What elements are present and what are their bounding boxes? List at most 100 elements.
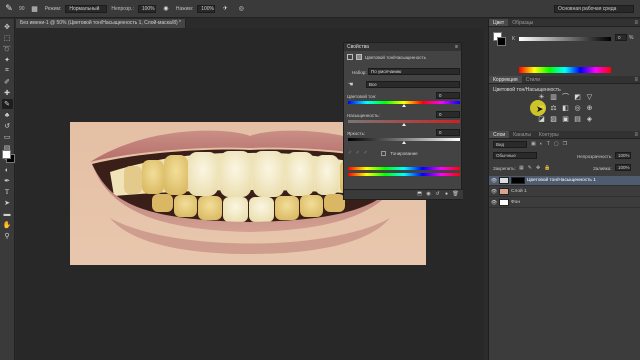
- tab-color[interactable]: Цвет: [489, 19, 509, 26]
- blend-mode-dropdown[interactable]: Обычные: [493, 152, 537, 159]
- curves-icon[interactable]: ⌒: [561, 94, 570, 102]
- levels-icon[interactable]: ▥: [549, 94, 558, 102]
- tab-styles[interactable]: Стили: [522, 76, 544, 83]
- flow-field[interactable]: 100%: [197, 4, 216, 13]
- pen-tool-icon[interactable]: ✒: [2, 176, 13, 186]
- lasso-tool-icon[interactable]: ➰: [2, 44, 13, 54]
- panel-menu-icon[interactable]: ≡: [634, 131, 640, 138]
- tab-layers[interactable]: Слои: [489, 131, 510, 138]
- reset-icon[interactable]: ↺: [434, 191, 441, 197]
- path-select-icon[interactable]: ➤: [2, 198, 13, 208]
- eyedropper-plus-icon[interactable]: ✐: [356, 150, 360, 156]
- layer-opacity-field[interactable]: 100%: [615, 152, 631, 159]
- history-brush-icon[interactable]: ↺: [2, 121, 13, 131]
- filter-smart-icon[interactable]: ❒: [563, 141, 567, 147]
- eyedropper-icon[interactable]: ✐: [348, 150, 352, 156]
- properties-header[interactable]: Свойства ≡: [344, 43, 461, 51]
- pressure-size-icon[interactable]: ◎: [235, 3, 247, 15]
- vibrance-icon[interactable]: ▽: [585, 94, 594, 102]
- brush-tool-icon[interactable]: ✎: [3, 3, 15, 15]
- layer-row-background[interactable]: 👁 Фон: [489, 198, 640, 208]
- panel-menu-icon[interactable]: ≡: [634, 19, 640, 26]
- lightness-field[interactable]: 0: [436, 129, 460, 136]
- tab-channels[interactable]: Каналы: [509, 131, 535, 138]
- shape-tool-icon[interactable]: ▬: [2, 209, 13, 219]
- eyedropper-tool-icon[interactable]: ✐: [2, 77, 13, 87]
- channel-mixer-icon[interactable]: ⊕: [585, 105, 594, 113]
- layer-row-hue-saturation[interactable]: 👁 Цветовой тон/Насыщенность 1: [489, 176, 640, 186]
- visibility-icon[interactable]: ●: [443, 191, 450, 197]
- brush-tool-icon[interactable]: ✎: [1, 99, 13, 109]
- tab-paths[interactable]: Контуры: [535, 131, 563, 138]
- hue-slider-thumb[interactable]: [402, 104, 406, 107]
- lock-position-icon[interactable]: ✥: [536, 165, 540, 171]
- adjustments-title: Цветовой тон/Насыщенность: [493, 87, 561, 93]
- photo-filter-icon[interactable]: ◎: [573, 105, 582, 113]
- panel-menu-icon[interactable]: ≡: [634, 76, 640, 83]
- posterize-icon[interactable]: ▨: [549, 116, 558, 124]
- panel-menu-icon[interactable]: ≡: [455, 43, 458, 51]
- filter-type-icon[interactable]: T: [547, 141, 550, 147]
- threshold-icon[interactable]: ▣: [561, 116, 570, 124]
- foreground-color-swatch[interactable]: [2, 150, 11, 159]
- invert-icon[interactable]: ◪: [537, 116, 546, 124]
- bw-icon[interactable]: ◧: [561, 105, 570, 113]
- eraser-tool-icon[interactable]: ▭: [2, 132, 13, 142]
- document-tab[interactable]: Без имени-1 @ 50% (Цветовой тон/Насыщенн…: [16, 19, 186, 28]
- filter-shape-icon[interactable]: ▢: [554, 141, 559, 147]
- crop-tool-icon[interactable]: ⌗: [2, 66, 13, 76]
- tab-adjustments[interactable]: Коррекция: [489, 76, 522, 83]
- saturation-slider-thumb[interactable]: [402, 123, 406, 126]
- airbrush-icon[interactable]: ✈: [219, 3, 231, 15]
- k-slider-track[interactable]: [519, 37, 611, 41]
- opacity-field[interactable]: 100%: [137, 4, 156, 13]
- fill-field[interactable]: 100%: [615, 164, 631, 171]
- lightness-slider-thumb[interactable]: [402, 141, 406, 144]
- color-spectrum-ramp[interactable]: [519, 67, 611, 73]
- k-value-field[interactable]: 0: [615, 34, 627, 41]
- gradient-map-icon[interactable]: ▤: [573, 116, 582, 124]
- workspace-dropdown[interactable]: Основная рабочая среда: [554, 5, 634, 13]
- type-tool-icon[interactable]: T: [2, 187, 13, 197]
- delete-icon[interactable]: 🗑: [452, 191, 459, 197]
- clip-to-layer-icon[interactable]: ⬒: [416, 191, 423, 197]
- hue-field[interactable]: 0: [436, 92, 460, 99]
- mask-icon[interactable]: [356, 54, 362, 60]
- brush-size-value[interactable]: 90: [19, 6, 25, 12]
- visibility-eye-icon[interactable]: 👁: [489, 200, 499, 206]
- lock-transparent-icon[interactable]: ▦: [519, 165, 524, 171]
- lock-all-icon[interactable]: 🔒: [544, 165, 550, 171]
- marquee-tool-icon[interactable]: ⬚: [2, 33, 13, 43]
- move-tool-icon[interactable]: ✥: [2, 22, 13, 32]
- lock-pixels-icon[interactable]: ✎: [528, 165, 532, 171]
- visibility-eye-icon[interactable]: 👁: [489, 178, 499, 184]
- on-image-adjust-icon[interactable]: ☚: [348, 81, 353, 88]
- mode-dropdown[interactable]: Нормальный: [65, 4, 108, 13]
- tab-swatches[interactable]: Образцы: [508, 19, 537, 26]
- exposure-icon[interactable]: ◩: [573, 94, 582, 102]
- stamp-tool-icon[interactable]: ♣: [2, 110, 13, 120]
- hand-tool-icon[interactable]: ✋: [2, 220, 13, 230]
- view-previous-icon[interactable]: ◉: [425, 191, 432, 197]
- filter-adjust-icon[interactable]: ◐: [540, 141, 543, 147]
- bg-color-chip[interactable]: [497, 37, 506, 46]
- filter-pixel-icon[interactable]: ▣: [531, 141, 536, 147]
- adjustment-title: Цветовой тон/Насыщенность: [365, 54, 426, 60]
- zoom-tool-icon[interactable]: ⚲: [2, 231, 13, 241]
- visibility-eye-icon[interactable]: 👁: [489, 189, 499, 195]
- layer-row-layer1[interactable]: 👁 Слой 1: [489, 187, 640, 197]
- dodge-tool-icon[interactable]: ◐: [2, 165, 13, 175]
- pressure-opacity-icon[interactable]: ◉: [160, 3, 172, 15]
- selective-color-icon[interactable]: ◈: [585, 116, 594, 124]
- saturation-field[interactable]: 0: [436, 111, 460, 118]
- layer-filter-dropdown[interactable]: Вид: [493, 141, 527, 148]
- eyedropper-minus-icon[interactable]: ✐: [364, 150, 368, 156]
- brush-panel-icon[interactable]: ▦: [29, 3, 41, 15]
- channel-dropdown[interactable]: Все: [366, 81, 460, 88]
- preset-dropdown[interactable]: По умолчанию: [368, 68, 460, 75]
- quick-select-tool-icon[interactable]: ✦: [2, 55, 13, 65]
- colorize-checkbox[interactable]: [381, 150, 387, 156]
- layer-mask-thumb[interactable]: [511, 177, 525, 184]
- color-balance-icon[interactable]: ⚖: [549, 105, 558, 113]
- healing-tool-icon[interactable]: ✚: [2, 88, 13, 98]
